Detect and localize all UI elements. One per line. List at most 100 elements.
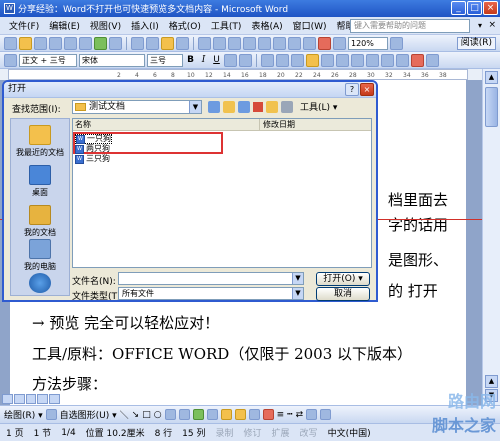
- line-icon[interactable]: ＼: [120, 408, 129, 421]
- scroll-up-icon[interactable]: ▲: [485, 71, 498, 84]
- back-icon[interactable]: [208, 100, 220, 113]
- dialog-help-button[interactable]: ?: [345, 83, 359, 96]
- redo-icon[interactable]: [213, 36, 226, 50]
- show-hide-icon[interactable]: [333, 36, 346, 50]
- open-button[interactable]: 打开(O) ▾: [316, 272, 370, 286]
- align-left-icon[interactable]: [261, 53, 274, 67]
- font-size-select[interactable]: 三号: [147, 53, 183, 67]
- dialog-close-button[interactable]: ×: [360, 83, 374, 96]
- reading-view-button[interactable]: [49, 394, 60, 404]
- ask-question-input[interactable]: 键入需要帮助的问题: [350, 19, 470, 33]
- insert-table-icon[interactable]: [258, 36, 271, 50]
- textbox-icon[interactable]: [164, 409, 176, 420]
- fill-color-icon[interactable]: [234, 409, 246, 420]
- font-color-icon[interactable]: [411, 53, 424, 67]
- place-desktop[interactable]: 桌面: [11, 165, 69, 198]
- menu-file[interactable]: 文件(F): [4, 19, 44, 32]
- undo-icon[interactable]: [198, 36, 211, 50]
- delete-icon[interactable]: [253, 101, 263, 112]
- italic-button[interactable]: I: [198, 55, 209, 65]
- open-icon[interactable]: [19, 36, 32, 50]
- select-objects-icon[interactable]: [45, 409, 57, 420]
- search-web-icon[interactable]: [238, 100, 250, 113]
- spelling-icon[interactable]: [94, 36, 107, 50]
- clipart-icon[interactable]: [206, 409, 218, 420]
- web-view-button[interactable]: [13, 394, 25, 404]
- line-spacing-icon[interactable]: [321, 53, 334, 67]
- columns-icon[interactable]: [288, 36, 301, 50]
- ask-dropdown-icon[interactable]: ▾: [478, 21, 482, 30]
- draw-menu[interactable]: 绘图(R) ▾: [4, 408, 43, 421]
- place-my-computer[interactable]: 我的电脑: [11, 239, 69, 272]
- status-ext[interactable]: 扩展: [272, 426, 290, 439]
- oval-icon[interactable]: ○: [154, 410, 162, 420]
- minimize-button[interactable]: _: [451, 1, 466, 15]
- scroll-thumb[interactable]: [485, 87, 498, 127]
- format-painter-icon[interactable]: [176, 36, 189, 50]
- line-color-icon[interactable]: [248, 409, 260, 420]
- menu-view[interactable]: 视图(V): [85, 19, 126, 32]
- arrow-style-icon[interactable]: ⇄: [296, 410, 304, 420]
- research-icon[interactable]: [109, 36, 122, 50]
- views-icon[interactable]: [281, 100, 293, 113]
- place-my-documents[interactable]: 我的文档: [11, 205, 69, 238]
- menu-format[interactable]: 格式(O): [164, 19, 206, 32]
- line-style-icon[interactable]: ≡: [277, 410, 285, 420]
- chevron-down-icon[interactable]: ▼: [292, 288, 303, 299]
- list-item[interactable]: W 两只狗: [75, 144, 110, 154]
- menu-table[interactable]: 表格(A): [246, 19, 287, 32]
- place-recent[interactable]: 我最近的文档: [11, 125, 69, 158]
- hyperlink-icon[interactable]: [228, 36, 241, 50]
- normal-view-button[interactable]: [2, 394, 13, 404]
- menu-window[interactable]: 窗口(W): [288, 19, 332, 32]
- style-select[interactable]: 正文 + 三号: [19, 53, 77, 67]
- look-in-select[interactable]: 测试文档 ▼: [72, 100, 202, 114]
- zoom-select[interactable]: 120%: [348, 36, 388, 50]
- copy-icon[interactable]: [146, 36, 159, 50]
- shadow-icon[interactable]: [306, 409, 318, 420]
- maximize-button[interactable]: □: [467, 1, 482, 15]
- read-button[interactable]: 阅读(R): [456, 37, 496, 50]
- tools-menu[interactable]: 工具(L) ▾: [300, 100, 337, 113]
- print-view-button[interactable]: [25, 394, 37, 404]
- wordart-icon[interactable]: [178, 409, 190, 420]
- tables-borders-icon[interactable]: [243, 36, 256, 50]
- status-trk[interactable]: 修订: [244, 426, 262, 439]
- filename-input[interactable]: ▼: [118, 272, 304, 285]
- permission-icon[interactable]: [49, 36, 62, 50]
- paste-icon[interactable]: [161, 36, 174, 50]
- prev-page-icon[interactable]: ▲: [485, 375, 498, 388]
- help-icon[interactable]: [390, 36, 403, 50]
- close-button[interactable]: ×: [483, 1, 498, 15]
- font-color-icon[interactable]: [262, 409, 274, 420]
- list-item[interactable]: W 一只狗: [75, 134, 112, 144]
- autoshapes-menu[interactable]: 自选图形(U) ▾: [60, 408, 117, 421]
- filetype-select[interactable]: 所有文件 ▼: [118, 287, 304, 300]
- menu-tools[interactable]: 工具(T): [206, 19, 247, 32]
- cancel-button[interactable]: 取消: [316, 287, 370, 301]
- char-border-icon[interactable]: [224, 53, 237, 67]
- print-icon[interactable]: [64, 36, 77, 50]
- font-select[interactable]: 宋体: [79, 53, 145, 67]
- document-map-icon[interactable]: [318, 36, 331, 50]
- new-folder-icon[interactable]: [266, 100, 278, 113]
- insert-excel-icon[interactable]: [273, 36, 286, 50]
- numbering-icon[interactable]: [336, 53, 349, 67]
- picture-icon[interactable]: [220, 409, 232, 420]
- dash-style-icon[interactable]: ┅: [287, 410, 292, 420]
- list-item[interactable]: W 三只狗: [75, 154, 110, 164]
- highlight-icon[interactable]: [396, 53, 409, 67]
- 3d-icon[interactable]: [320, 409, 332, 420]
- increase-indent-icon[interactable]: [381, 53, 394, 67]
- char-shading-icon[interactable]: [239, 53, 252, 67]
- vertical-scrollbar[interactable]: ▲ ▲ ▼: [482, 69, 500, 405]
- place-network[interactable]: [11, 273, 69, 295]
- drawing-icon[interactable]: [303, 36, 316, 50]
- column-name[interactable]: 名称: [75, 119, 91, 130]
- bold-button[interactable]: B: [185, 55, 196, 65]
- outline-view-button[interactable]: [37, 394, 49, 404]
- print-preview-icon[interactable]: [79, 36, 92, 50]
- status-rec[interactable]: 录制: [216, 426, 234, 439]
- doc-close-icon[interactable]: ×: [488, 20, 496, 30]
- arrow-icon[interactable]: ↘: [132, 410, 140, 420]
